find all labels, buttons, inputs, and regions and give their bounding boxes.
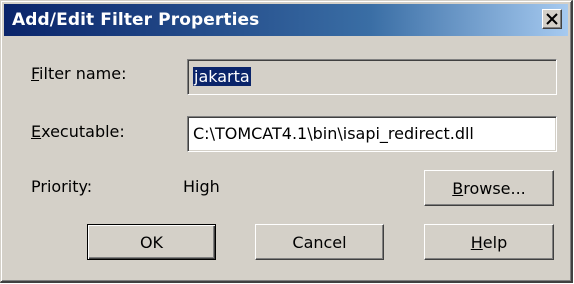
- help-button[interactable]: Help: [424, 224, 554, 260]
- priority-value: High: [183, 177, 220, 196]
- cancel-button[interactable]: Cancel: [255, 224, 384, 260]
- window-title: Add/Edit Filter Properties: [12, 10, 260, 30]
- dialog-window: Add/Edit Filter Properties Filter name: …: [0, 0, 573, 283]
- browse-button[interactable]: Browse...: [424, 170, 554, 206]
- executable-field[interactable]: C:\TOMCAT4.1\bin\isapi_redirect.dll: [187, 116, 557, 152]
- filter-name-value: jakarta: [193, 67, 251, 86]
- close-button[interactable]: [542, 9, 562, 29]
- executable-label: Executable:: [31, 122, 125, 141]
- executable-value: C:\TOMCAT4.1\bin\isapi_redirect.dll: [193, 124, 474, 143]
- ok-button[interactable]: OK: [87, 224, 216, 260]
- filter-name-label: Filter name:: [31, 64, 127, 83]
- filter-name-field[interactable]: jakarta: [187, 59, 557, 95]
- title-bar[interactable]: Add/Edit Filter Properties: [4, 4, 568, 36]
- close-icon: [546, 13, 558, 25]
- priority-label: Priority:: [31, 177, 93, 196]
